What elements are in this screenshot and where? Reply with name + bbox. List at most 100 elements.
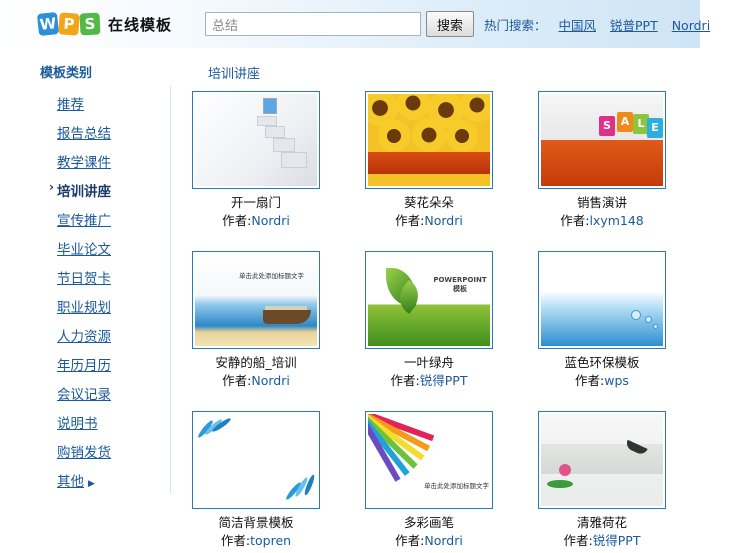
stair-step bbox=[265, 126, 285, 138]
boat-thumbnail-art: 单击此处添加标题文字 bbox=[195, 254, 317, 346]
template-author: 作者:锐得PPT bbox=[354, 372, 504, 390]
sidebar-item-jieri[interactable]: 节日贺卡 bbox=[57, 267, 111, 296]
expand-arrow-icon[interactable]: ▶ bbox=[88, 479, 95, 489]
sidebar-item-label[interactable]: 说明书 bbox=[57, 416, 98, 432]
sidebar-item-label[interactable]: 人力资源 bbox=[57, 329, 111, 345]
header-bar: W P S 在线模板 搜索 热门搜索： 中国风 锐普PPT Nordri bbox=[0, 0, 710, 48]
template-card[interactable]: 开一扇门 作者:Nordri bbox=[181, 91, 331, 230]
category-list: 推荐 报告总结 教学课件 › 培训讲座 宣传推广 毕业论文 节日贺卡 职业规划 人… bbox=[49, 93, 111, 499]
sidebar-item-label[interactable]: 毕业论文 bbox=[57, 242, 111, 258]
template-title[interactable]: 简洁背景模板 bbox=[181, 514, 331, 532]
sidebar-item-label[interactable]: 宣传推广 bbox=[57, 213, 111, 229]
sidebar-item-shuomingshu[interactable]: 说明书 bbox=[57, 412, 111, 441]
template-card[interactable]: 清雅荷花 作者:锐得PPT bbox=[527, 411, 677, 550]
active-bullet-icon: › bbox=[49, 180, 54, 194]
sidebar-item-zhiye[interactable]: 职业规划 bbox=[57, 296, 111, 325]
water-drop bbox=[631, 310, 641, 320]
stair-step bbox=[257, 116, 277, 126]
sidebar-item-label[interactable]: 购销发货 bbox=[57, 445, 111, 461]
template-card[interactable]: 单击此处添加标题文字 多彩画笔 作者:Nordri bbox=[354, 411, 504, 550]
template-title[interactable]: 销售演讲 bbox=[527, 194, 677, 212]
template-thumbnail[interactable]: 单击此处添加标题文字 bbox=[365, 411, 493, 509]
author-link[interactable]: Nordri bbox=[251, 213, 289, 228]
sidebar-item-label[interactable]: 职业规划 bbox=[57, 300, 111, 316]
template-thumbnail[interactable]: S A L E bbox=[538, 91, 666, 189]
template-title[interactable]: 葵花朵朵 bbox=[354, 194, 504, 212]
door-shape bbox=[263, 98, 277, 114]
orange-band bbox=[368, 152, 490, 174]
author-link[interactable]: wps bbox=[604, 373, 629, 388]
sidebar-item-biye[interactable]: 毕业论文 bbox=[57, 238, 111, 267]
stair-step bbox=[281, 152, 307, 168]
author-prefix: 作者: bbox=[395, 533, 425, 548]
author-link[interactable]: 锐得PPT bbox=[420, 373, 468, 388]
sidebar-item-qita[interactable]: 其他 ▶ bbox=[57, 470, 111, 499]
template-card[interactable]: 简洁背景模板 作者:topren bbox=[181, 411, 331, 550]
sidebar-item-label[interactable]: 报告总结 bbox=[57, 126, 111, 142]
hot-search-label: 热门搜索： bbox=[484, 18, 547, 33]
author-link[interactable]: Nordri bbox=[251, 373, 289, 388]
sidebar-item-nianli[interactable]: 年历月历 bbox=[57, 354, 111, 383]
template-title[interactable]: 安静的船_培训 bbox=[181, 354, 331, 372]
sidebar-item-xuanchuan[interactable]: 宣传推广 bbox=[57, 209, 111, 238]
template-title[interactable]: 一叶绿舟 bbox=[354, 354, 504, 372]
search-input[interactable] bbox=[205, 12, 421, 36]
sidebar-item-jiaoxue[interactable]: 教学课件 bbox=[57, 151, 111, 180]
template-author: 作者:Nordri bbox=[354, 212, 504, 230]
sidebar-item-gouxiao[interactable]: 购销发货 bbox=[57, 441, 111, 470]
template-card[interactable]: POWERPOINT模板 一叶绿舟 作者:锐得PPT bbox=[354, 251, 504, 390]
template-thumbnail[interactable]: 单击此处添加标题文字 bbox=[192, 251, 320, 349]
template-card[interactable]: 单击此处添加标题文字 安静的船_培训 作者:Nordri bbox=[181, 251, 331, 390]
template-author: 作者:Nordri bbox=[354, 532, 504, 550]
template-thumbnail[interactable] bbox=[192, 411, 320, 509]
sidebar-item-label[interactable]: 教学课件 bbox=[57, 155, 111, 171]
thumb-heading: 单击此处添加标题文字 bbox=[424, 482, 489, 490]
sidebar-item-renli[interactable]: 人力资源 bbox=[57, 325, 111, 354]
template-author: 作者:锐得PPT bbox=[527, 532, 677, 550]
template-card[interactable]: 蓝色环保模板 作者:wps bbox=[527, 251, 677, 390]
template-thumbnail[interactable] bbox=[365, 91, 493, 189]
author-prefix: 作者: bbox=[390, 373, 420, 388]
water-drop bbox=[645, 316, 652, 323]
template-thumbnail[interactable]: POWERPOINT模板 bbox=[365, 251, 493, 349]
author-link[interactable]: topren bbox=[250, 533, 291, 548]
template-title[interactable]: 多彩画笔 bbox=[354, 514, 504, 532]
template-title[interactable]: 清雅荷花 bbox=[527, 514, 677, 532]
template-author: 作者:lxym148 bbox=[527, 212, 677, 230]
author-link[interactable]: Nordri bbox=[424, 533, 462, 548]
sale-thumbnail-art: S A L E bbox=[541, 94, 663, 186]
sidebar-item-label[interactable]: 推荐 bbox=[57, 97, 84, 113]
search-button[interactable]: 搜索 bbox=[426, 11, 474, 37]
template-thumbnail[interactable] bbox=[538, 411, 666, 509]
sidebar-item-peixun[interactable]: › 培训讲座 bbox=[49, 180, 111, 209]
sidebar-item-baogao[interactable]: 报告总结 bbox=[57, 122, 111, 151]
hot-link-zhongguofeng[interactable]: 中国风 bbox=[559, 18, 597, 33]
sale-tag-a: A bbox=[617, 112, 633, 132]
author-link[interactable]: Nordri bbox=[424, 213, 462, 228]
hot-link-nordri[interactable]: Nordri bbox=[672, 18, 710, 33]
pencil-thumbnail-art: 单击此处添加标题文字 bbox=[368, 414, 490, 506]
sidebar-item-label: 培训讲座 bbox=[57, 184, 111, 200]
author-prefix: 作者: bbox=[222, 213, 252, 228]
template-title[interactable]: 蓝色环保模板 bbox=[527, 354, 677, 372]
author-link[interactable]: 锐得PPT bbox=[593, 533, 641, 548]
logo-letter-w: W bbox=[36, 12, 60, 36]
sidebar-item-label[interactable]: 节日贺卡 bbox=[57, 271, 111, 287]
template-title[interactable]: 开一扇门 bbox=[181, 194, 331, 212]
sidebar-item-tuijian[interactable]: 推荐 bbox=[57, 93, 111, 122]
template-card[interactable]: 葵花朵朵 作者:Nordri bbox=[354, 91, 504, 230]
sale-tag-s: S bbox=[599, 116, 615, 136]
template-thumbnail[interactable] bbox=[538, 251, 666, 349]
logo-letter-p: P bbox=[58, 12, 80, 36]
sidebar-item-label[interactable]: 其他 bbox=[57, 474, 84, 490]
hot-link-ruipu[interactable]: 锐普PPT bbox=[610, 18, 658, 33]
wps-logo[interactable]: W P S 在线模板 bbox=[36, 10, 172, 38]
author-prefix: 作者: bbox=[563, 533, 593, 548]
sidebar-item-label[interactable]: 会议记录 bbox=[57, 387, 111, 403]
thumb-heading: POWERPOINT模板 bbox=[433, 276, 487, 293]
template-thumbnail[interactable] bbox=[192, 91, 320, 189]
sidebar-item-huiyi[interactable]: 会议记录 bbox=[57, 383, 111, 412]
template-card[interactable]: S A L E 销售演讲 作者:lxym148 bbox=[527, 91, 677, 230]
sidebar-item-label[interactable]: 年历月历 bbox=[57, 358, 111, 374]
author-link[interactable]: lxym148 bbox=[589, 213, 643, 228]
